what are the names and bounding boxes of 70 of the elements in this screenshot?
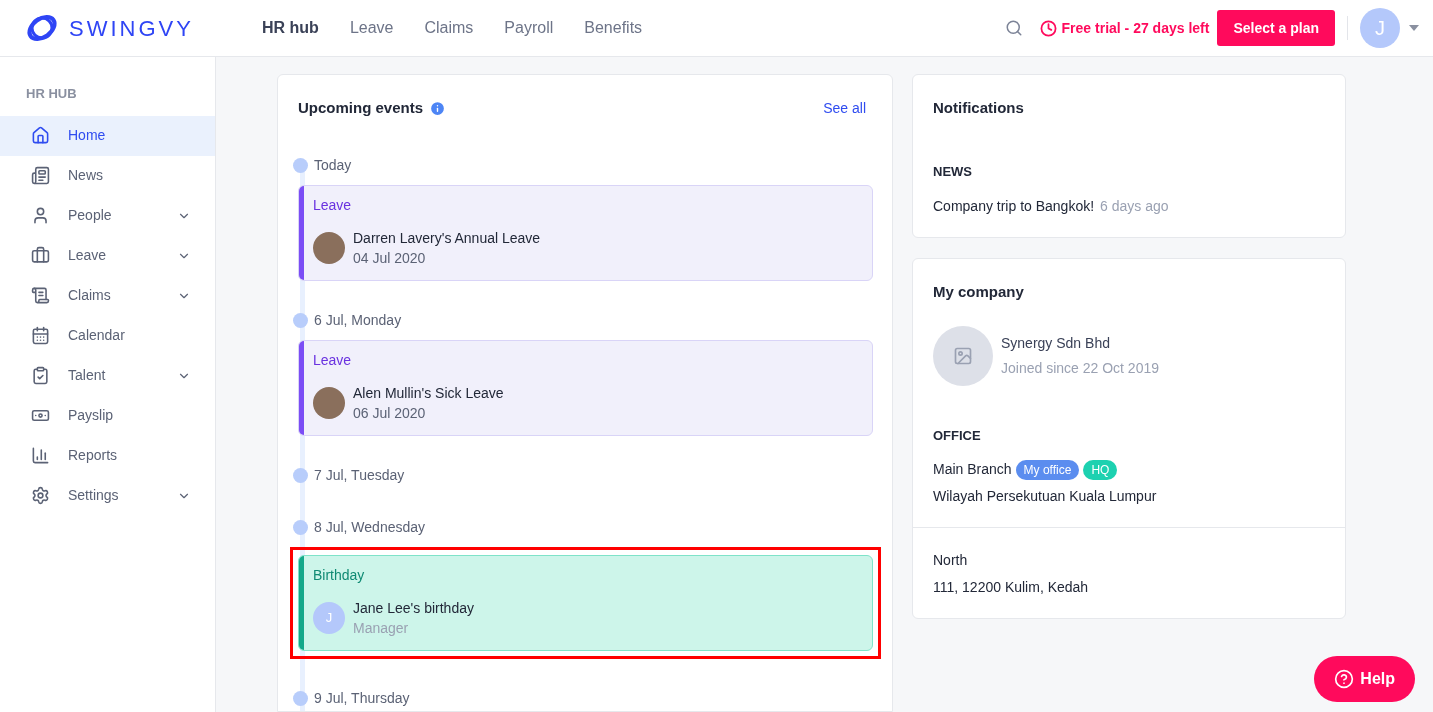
sidebar-item[interactable]: Home [0, 115, 215, 156]
day-label: 8 Jul, Wednesday [314, 519, 426, 535]
event-subtitle: 04 Jul 2020 [353, 248, 427, 268]
card-title: Upcoming events [298, 98, 424, 118]
nav-link[interactable]: Claims [424, 16, 474, 40]
newspaper-icon [31, 166, 50, 185]
event-title: Jane Lee's birthday [353, 598, 474, 618]
sidebar-item[interactable]: News [0, 155, 215, 196]
see-all-link[interactable]: See all [823, 97, 866, 119]
card-title: Notifications [933, 98, 1025, 118]
news-time: 6 days ago [1100, 197, 1169, 216]
event-title: Alen Mullin's Sick Leave [353, 383, 504, 403]
home-icon [31, 126, 50, 145]
avatar: J [313, 601, 345, 634]
day-label: 7 Jul, Tuesday [314, 467, 405, 483]
joined-date: Joined since 22 Oct 2019 [1001, 358, 1159, 378]
nav-link[interactable]: Leave [349, 16, 394, 40]
document-icon [31, 286, 50, 305]
clock-icon [1039, 19, 1057, 37]
company-name: Synergy Sdn Bhd [1001, 333, 1111, 353]
nav-link[interactable]: Payroll [504, 16, 554, 40]
sidebar-item[interactable]: Payslip [0, 395, 215, 436]
calendar-icon [31, 326, 50, 345]
logo-icon [25, 12, 59, 44]
event-card[interactable]: Leave Alen Mullin's Sick Leave 06 Jul 2020 [298, 339, 873, 436]
sidebar-item[interactable]: People [0, 195, 215, 236]
section-heading: NEWS [933, 162, 973, 181]
person-icon [31, 206, 50, 225]
sidebar-item[interactable]: Leave [0, 235, 215, 276]
logo-text: SWINGVY [69, 14, 194, 43]
event-card[interactable]: Leave Darren Lavery's Annual Leave 04 Jul 2020 [298, 184, 873, 281]
office-name: Main Branch [933, 460, 1012, 479]
event-title: Darren Lavery's Annual Leave [353, 228, 541, 248]
office-address: 111, 12200 Kulim, Kedah [933, 578, 1090, 597]
event-type: Leave [313, 350, 353, 370]
card-title: My company [933, 282, 1025, 302]
select-plan-button[interactable]: Select a plan [1217, 10, 1335, 46]
sidebar-item[interactable]: Claims [0, 275, 215, 316]
sidebar-item[interactable]: Reports [0, 435, 215, 476]
info-icon[interactable] [429, 99, 447, 117]
image-icon [953, 345, 973, 366]
caret-icon[interactable] [1409, 25, 1419, 31]
event-subtitle: 06 Jul 2020 [353, 403, 427, 423]
event-type: Leave [313, 195, 353, 215]
day-label: 9 Jul, Thursday [314, 690, 410, 706]
event-card[interactable]: Birthday J Jane Lee's birthday Manager [298, 554, 873, 651]
settings-icon [31, 486, 50, 505]
nav-link[interactable]: Benefits [584, 16, 643, 40]
day-label: Today [314, 157, 352, 173]
sidebar-item[interactable]: Talent [0, 355, 215, 396]
event-subtitle: Manager [353, 618, 410, 638]
help-icon [1334, 669, 1355, 689]
bar-chart-icon [31, 446, 50, 465]
office-tag: My office [1015, 459, 1080, 480]
section-heading: OFFICE [933, 426, 982, 445]
day-label: 6 Jul, Monday [314, 312, 402, 328]
sidebar-item[interactable]: Settings [0, 475, 215, 516]
office-address: Wilayah Persekutuan Kuala Lumpur [933, 487, 1158, 506]
trial-text: Free trial - 27 days left [1061, 18, 1210, 38]
nav-link[interactable]: HR hub [262, 16, 319, 40]
office-tag: HQ [1083, 459, 1118, 480]
event-type: Birthday [313, 565, 366, 585]
clipboard-icon [31, 366, 50, 385]
help-button[interactable]: Help [1314, 656, 1415, 702]
sidebar-heading: HR HUB [25, 85, 78, 103]
news-link[interactable]: Company trip to Bangkok! [933, 196, 1095, 217]
briefcase-icon [31, 246, 50, 265]
sidebar-item[interactable]: Calendar [0, 315, 215, 356]
office-name: North [933, 551, 968, 570]
search-icon[interactable] [1004, 19, 1023, 37]
